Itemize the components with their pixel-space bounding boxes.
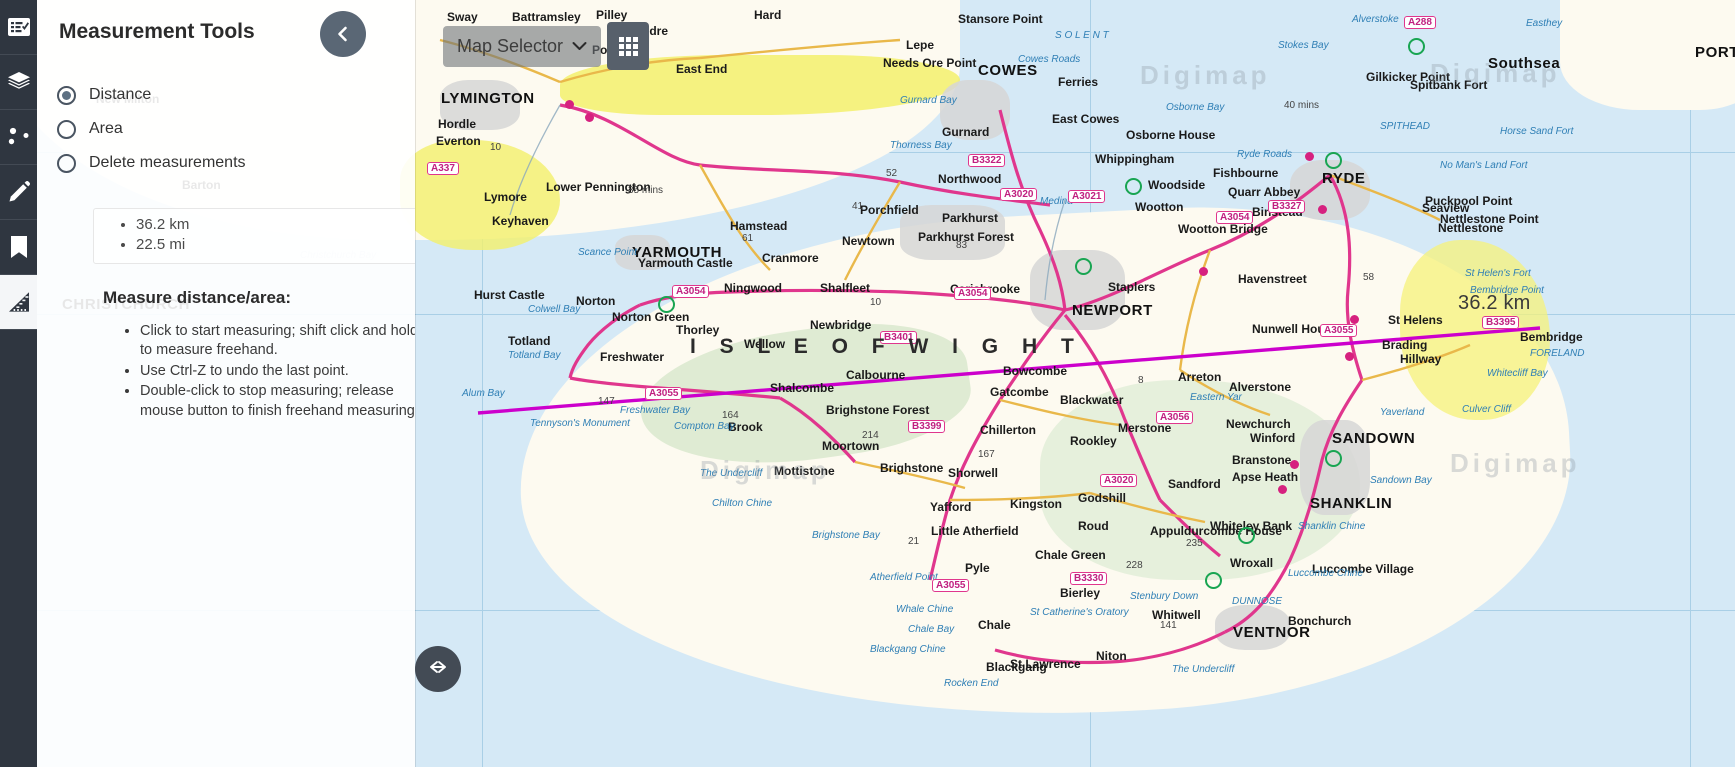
measurement-result-km: 36.2 km xyxy=(136,215,415,235)
radio-mark-distance xyxy=(57,85,76,105)
radio-option-distance[interactable]: Distance xyxy=(57,78,387,112)
application-root: 36.2 km COWES NEWPORT RYDE SANDOWN SHANKLIN V… xyxy=(0,0,1735,767)
help-instruction-list: Click to start measuring; shift click an… xyxy=(121,322,415,422)
radio-option-area[interactable]: Area xyxy=(57,112,387,146)
radio-label-distance: Distance xyxy=(89,86,152,103)
panel-title: Measurement Tools xyxy=(59,20,255,43)
map-symbol-roundabout xyxy=(1238,527,1255,544)
map-symbol-point xyxy=(1345,352,1354,361)
help-item: Click to start measuring; shift click an… xyxy=(140,322,415,361)
layers-icon xyxy=(7,71,31,93)
horizontal-resize-icon xyxy=(425,660,451,679)
map-symbol-point xyxy=(1318,205,1327,214)
panel-resize-handle[interactable] xyxy=(415,646,461,692)
annotations-list-icon xyxy=(7,17,30,37)
radio-mark-area xyxy=(57,119,76,139)
map-symbol-roundabout xyxy=(1408,38,1425,55)
ruler-measure-icon xyxy=(7,291,31,313)
rail-item-bookmarks[interactable] xyxy=(0,220,37,275)
panel-collapse-button[interactable] xyxy=(320,11,366,57)
map-symbol-point xyxy=(1350,315,1359,324)
map-symbol-roundabout xyxy=(1325,450,1342,467)
rail-item-points[interactable] xyxy=(0,110,37,165)
chevron-down-icon xyxy=(572,38,587,56)
map-symbol-point xyxy=(1278,485,1287,494)
map-symbol-point xyxy=(1199,267,1208,276)
measurement-results-box: 36.2 km 22.5 mi xyxy=(93,208,415,264)
grid-icon xyxy=(618,36,638,56)
points-icon xyxy=(7,127,31,147)
map-symbol-roundabout xyxy=(1325,152,1342,169)
map-symbol-roundabout xyxy=(658,296,675,313)
radio-mark-delete xyxy=(57,153,76,173)
map-symbol-point xyxy=(1305,152,1314,161)
rail-item-draw[interactable] xyxy=(0,165,37,220)
bookmark-icon xyxy=(10,235,28,259)
measurement-tools-panel: Measurement Tools Distance Area Delete m… xyxy=(37,0,415,767)
help-heading: Measure distance/area: xyxy=(103,288,292,307)
map-symbol-roundabout xyxy=(1125,178,1142,195)
rail-item-annotations[interactable] xyxy=(0,0,37,55)
grid-view-button[interactable] xyxy=(607,22,649,70)
radio-label-area: Area xyxy=(89,120,123,137)
map-symbol-roundabout xyxy=(1205,572,1222,589)
radio-label-delete-measurements: Delete measurements xyxy=(89,154,246,171)
measurement-distance-label: 36.2 km xyxy=(1458,292,1531,314)
rail-item-layers[interactable] xyxy=(0,55,37,110)
draw-pencil-icon xyxy=(7,180,31,204)
measurement-mode-radio-group: Distance Area Delete measurements xyxy=(57,78,387,180)
radio-option-delete-measurements[interactable]: Delete measurements xyxy=(57,146,387,180)
left-icon-rail xyxy=(0,0,37,767)
map-symbol-roundabout xyxy=(1075,258,1092,275)
panel-edge-divider xyxy=(415,0,416,767)
help-item: Double-click to stop measuring; release … xyxy=(140,382,415,421)
map-selector-label: Map Selector xyxy=(457,36,564,56)
help-item: Use Ctrl-Z to undo the last point. xyxy=(140,362,415,381)
rail-item-measurement-tools[interactable] xyxy=(0,275,37,330)
map-symbol-point xyxy=(565,100,574,109)
map-selector-dropdown[interactable]: Map Selector xyxy=(443,26,602,67)
measurement-result-mi: 22.5 mi xyxy=(136,235,415,255)
map-symbol-point xyxy=(1290,460,1299,469)
chevron-left-icon xyxy=(334,25,352,43)
map-symbol-point xyxy=(585,113,594,122)
